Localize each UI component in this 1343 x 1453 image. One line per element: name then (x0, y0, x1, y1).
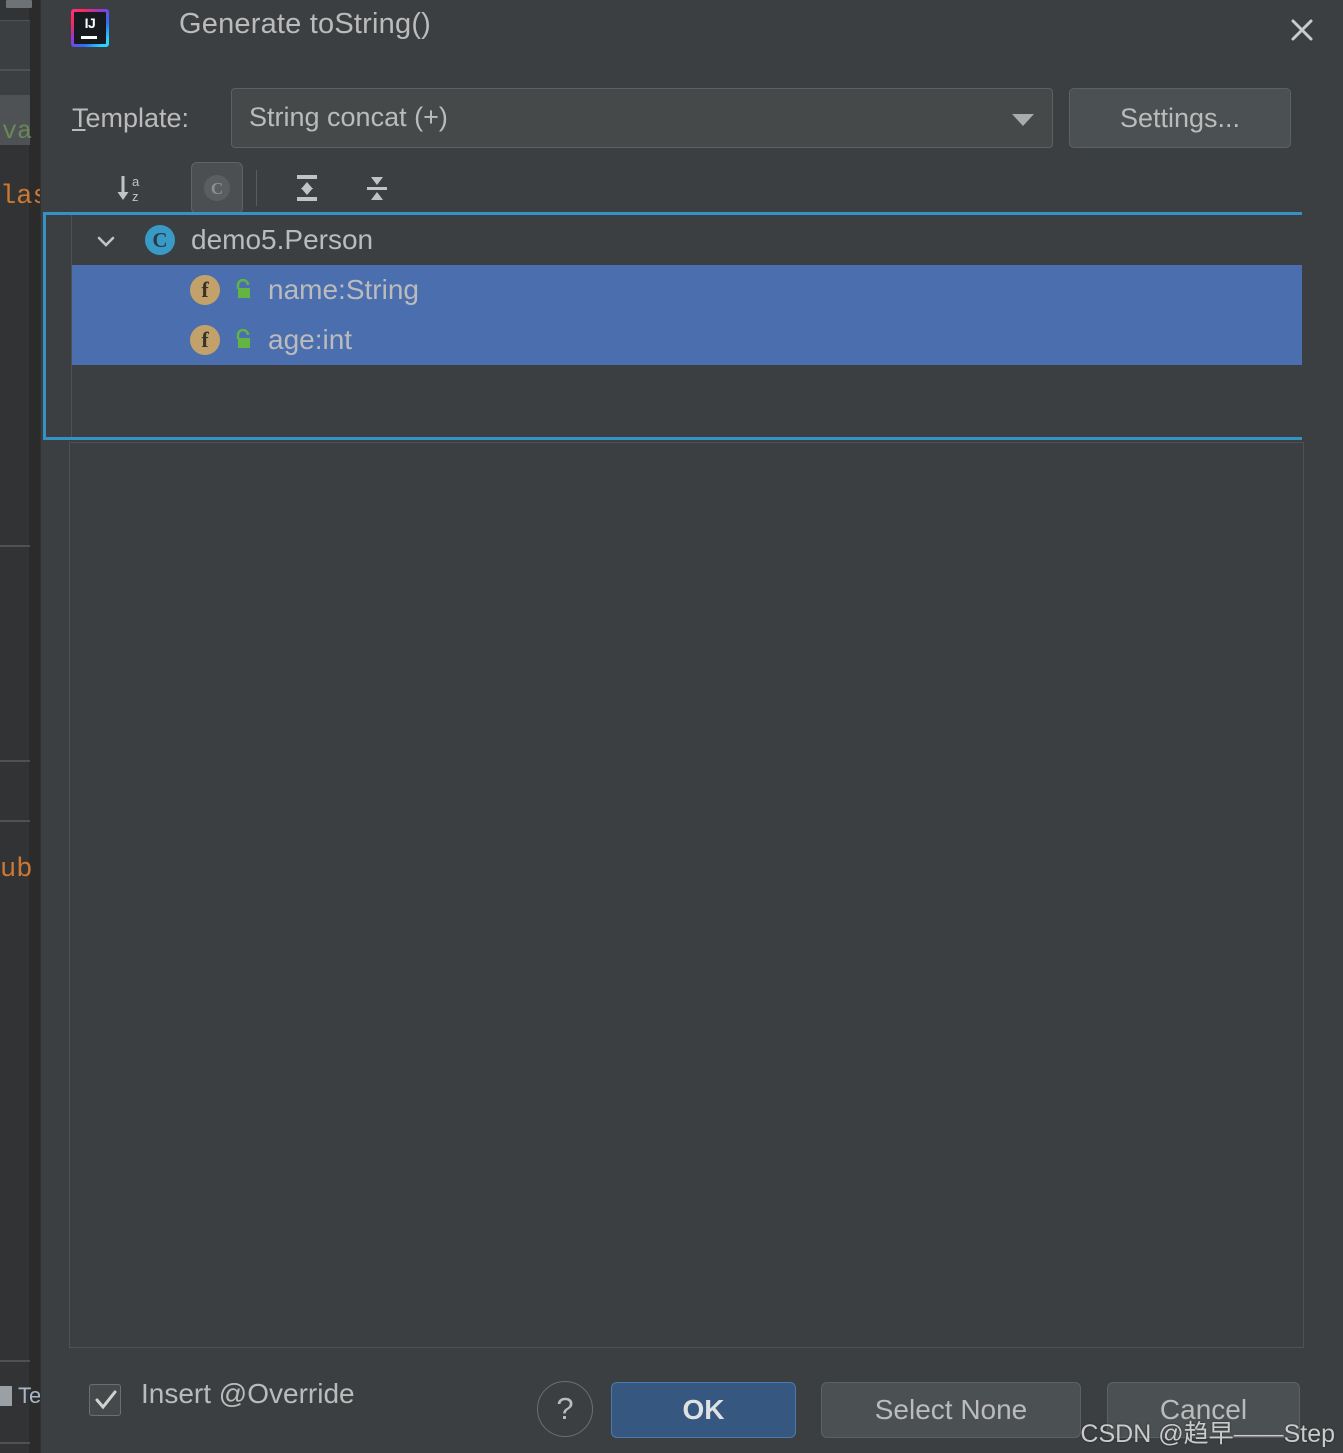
tree-row-member[interactable]: f name:String (72, 265, 1302, 315)
chevron-down-icon[interactable] (94, 229, 118, 253)
field-icon: f (190, 325, 220, 355)
select-none-button[interactable]: Select None (821, 1382, 1081, 1438)
ide-toolbar-strip (0, 20, 30, 70)
ide-divider-3 (0, 820, 30, 822)
tree-row-member[interactable]: f age:int (72, 315, 1302, 365)
template-label: Template: (72, 103, 189, 134)
collapse-all-button[interactable] (351, 162, 403, 214)
expand-all-button[interactable] (281, 162, 333, 214)
sort-alphabetically-button[interactable]: a z (105, 162, 157, 214)
dialog-titlebar: IJ Generate toString() (41, 0, 1343, 58)
field-icon: f (190, 275, 220, 305)
insert-override-checkbox[interactable] (89, 1384, 121, 1416)
ide-divider-1 (0, 545, 30, 547)
group-by-class-button[interactable]: C (191, 162, 243, 214)
toolbar-separator (256, 170, 257, 206)
settings-button[interactable]: Settings... (1069, 88, 1291, 148)
ide-divider-5 (0, 1442, 30, 1444)
tree-toolbar: a z C (41, 162, 1343, 214)
class-icon: C (145, 225, 175, 255)
dialog-title: Generate toString() (179, 8, 432, 40)
intellij-logo-text: IJ (84, 15, 96, 31)
member-tree-focus-ring: C demo5.Person f name:String f age:int (43, 212, 1302, 440)
csdn-watermark: CSDN @趋早——Step (1080, 1420, 1335, 1448)
chevron-down-icon (1012, 114, 1034, 126)
private-lock-icon (236, 279, 250, 298)
ide-divider-4 (0, 1360, 30, 1362)
expand-all-icon (297, 175, 317, 201)
insert-override-label[interactable]: Insert @Override (141, 1378, 355, 1410)
template-select[interactable]: String concat (+) (231, 88, 1053, 148)
ide-code-keyword-public: ub (0, 855, 33, 885)
tree-label-member: name:String (268, 274, 419, 305)
svg-text:a: a (132, 174, 140, 189)
ide-file-tab-label: va (2, 117, 33, 146)
ide-left-gutter (0, 0, 30, 1453)
template-label-mnemonic: T (72, 103, 86, 133)
ide-toolwindow-tab-label[interactable]: Te (18, 1383, 41, 1409)
ok-button[interactable]: OK (611, 1382, 796, 1438)
svg-text:z: z (132, 189, 139, 204)
member-tree[interactable]: C demo5.Person f name:String f age:int (71, 215, 1302, 437)
template-row: Template: String concat (+) Settings... (41, 88, 1343, 148)
ide-toolwindow-icon (0, 1386, 12, 1406)
template-label-rest: emplate: (85, 103, 190, 133)
ide-editor-edge (30, 0, 40, 1453)
member-list-panel[interactable] (69, 442, 1304, 1348)
ide-top-icon (6, 0, 32, 8)
intellij-logo-icon: IJ (71, 9, 109, 47)
template-selected-value: String concat (+) (249, 102, 448, 132)
svg-text:C: C (211, 179, 223, 198)
tree-label-member: age:int (268, 324, 353, 355)
tree-label-class: demo5.Person (191, 224, 374, 255)
ide-divider-2 (0, 760, 30, 762)
private-lock-icon (236, 329, 250, 348)
sort-az-icon: a z (117, 174, 140, 204)
generate-tostring-dialog: IJ Generate toString() Template: String … (40, 0, 1343, 1453)
collapse-all-icon (367, 177, 387, 200)
tree-row-class[interactable]: C demo5.Person (72, 215, 1302, 265)
close-icon[interactable] (1282, 10, 1322, 50)
class-circle-icon: C (204, 175, 230, 201)
help-button[interactable]: ? (537, 1381, 593, 1437)
checkmark-icon (95, 1390, 117, 1410)
